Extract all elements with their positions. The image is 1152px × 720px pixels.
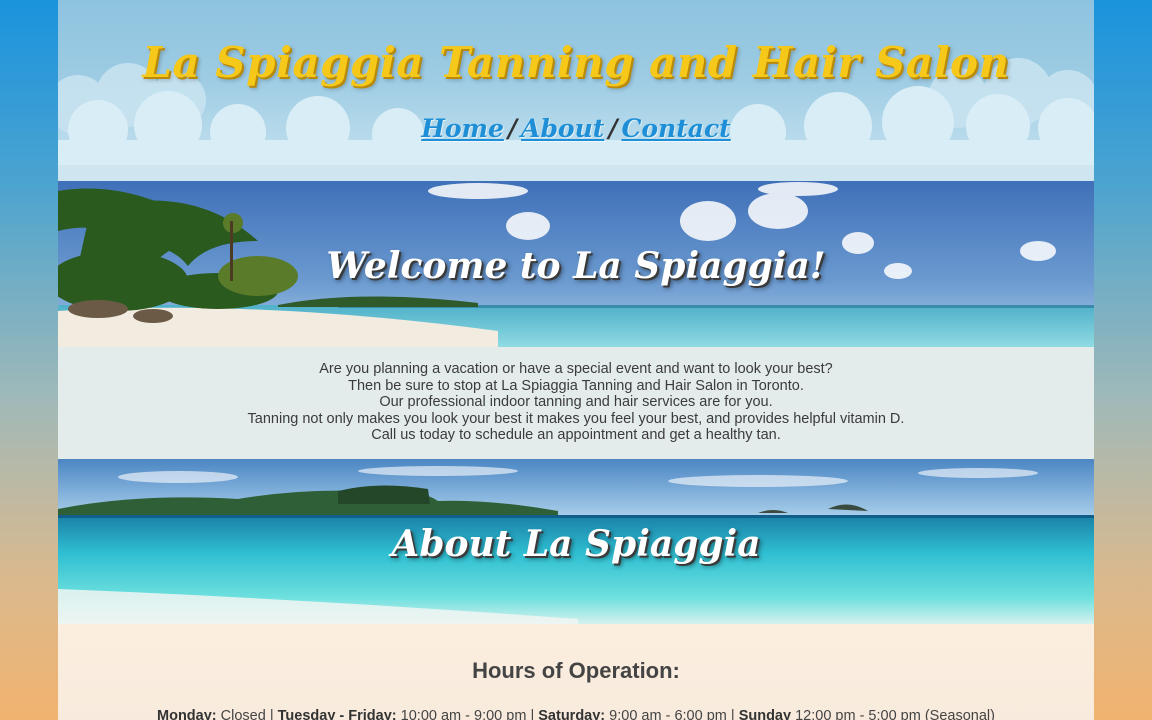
main-nav: Home / About / Contact bbox=[58, 114, 1094, 143]
hours-heading: Hours of Operation: bbox=[472, 658, 680, 683]
day-label: Monday: bbox=[157, 708, 217, 720]
welcome-line: Our professional indoor tanning and hair… bbox=[379, 394, 773, 410]
nav-contact-link[interactable]: Contact bbox=[621, 114, 730, 143]
hours-divider: | bbox=[730, 708, 735, 720]
day-label: Tuesday - Friday: bbox=[277, 708, 397, 720]
day-time: Closed bbox=[220, 708, 266, 720]
day-time: 12:00 pm - 5:00 pm (Seasonal) bbox=[795, 708, 995, 720]
hours-divider: | bbox=[269, 708, 274, 720]
site-title: La Spiaggia Tanning and Hair Salon bbox=[142, 38, 1010, 87]
day-label: Sunday bbox=[738, 708, 792, 720]
header-divider-strip bbox=[58, 165, 1094, 181]
welcome-line: Call us today to schedule an appointment… bbox=[371, 427, 781, 443]
day-time: 10:00 am - 9:00 pm bbox=[400, 708, 527, 720]
welcome-line: Tanning not only makes you look your bes… bbox=[247, 410, 905, 427]
welcome-line: Are you planning a vacation or have a sp… bbox=[319, 361, 833, 377]
nav-about-link[interactable]: About bbox=[521, 114, 604, 143]
hours-divider: | bbox=[530, 708, 535, 720]
page-container: La Spiaggia Tanning and Hair Salon Home /… bbox=[58, 0, 1094, 720]
welcome-line: Then be sure to stop at La Spiaggia Tann… bbox=[348, 377, 804, 394]
welcome-text: Are you planning a vacation or have a sp… bbox=[58, 347, 1094, 459]
about-heading: About La Spiaggia bbox=[391, 522, 761, 565]
nav-separator: / bbox=[608, 114, 618, 143]
day-label: Saturday: bbox=[538, 708, 606, 720]
about-banner: About La Spiaggia bbox=[58, 458, 1094, 625]
welcome-heading: Welcome to La Spiaggia! bbox=[326, 245, 826, 287]
hours-section: Hours of Operation: Monday: Closed | Tue… bbox=[58, 624, 1094, 720]
welcome-banner: Welcome to La Spiaggia! bbox=[58, 181, 1094, 347]
nav-home-link[interactable]: Home bbox=[421, 114, 504, 143]
hours-schedule: Monday: Closed | Tuesday - Friday: 10:00… bbox=[58, 708, 1094, 720]
nav-separator: / bbox=[507, 114, 518, 143]
day-time: 9:00 am - 6:00 pm bbox=[609, 708, 727, 720]
site-header: La Spiaggia Tanning and Hair Salon Home /… bbox=[58, 0, 1094, 165]
